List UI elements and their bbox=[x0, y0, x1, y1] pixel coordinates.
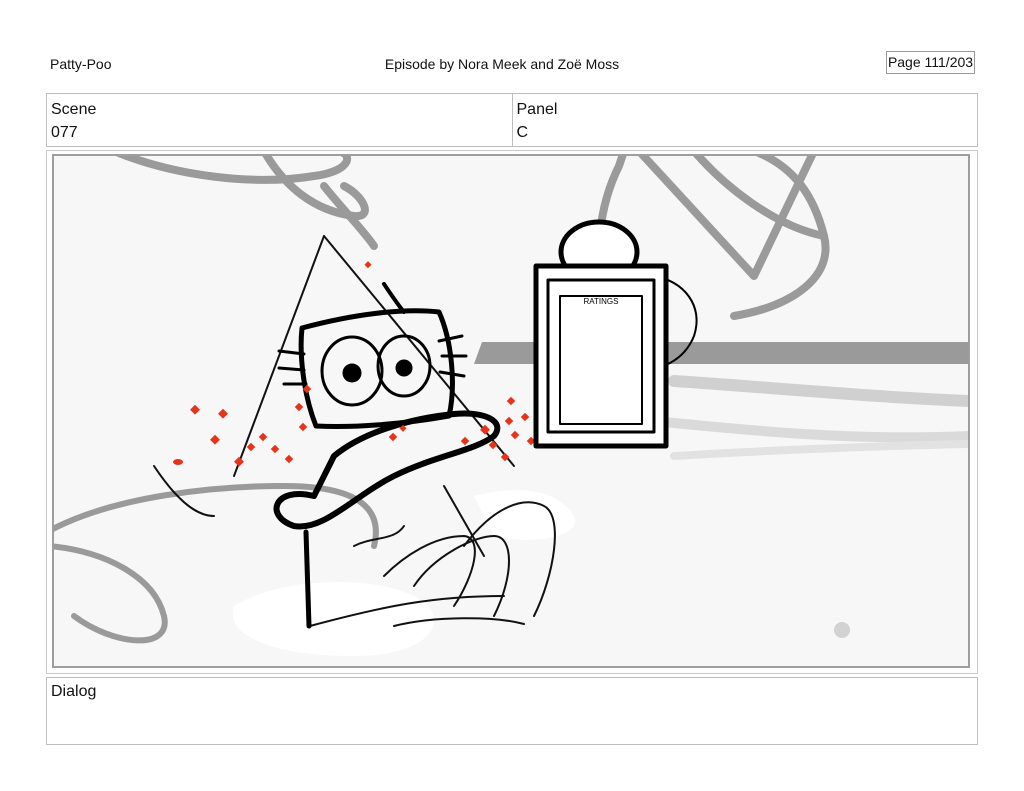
episode-credit: Episode by Nora Meek and Zoë Moss bbox=[384, 56, 620, 72]
scene-cell: Scene 077 bbox=[47, 94, 512, 146]
panel-value: C bbox=[516, 124, 529, 141]
sketch-panel: RATINGS bbox=[52, 154, 970, 668]
ratings-sign bbox=[533, 219, 698, 449]
sign-text: RATINGS bbox=[584, 297, 619, 306]
highlight-blobs bbox=[232, 490, 576, 656]
character-face bbox=[273, 282, 501, 629]
scene-value: 077 bbox=[51, 124, 78, 141]
dialog-box: Dialog bbox=[46, 677, 978, 745]
grey-dot bbox=[834, 622, 850, 638]
scene-label: Scene bbox=[51, 101, 97, 118]
background-sketch-lines bbox=[54, 156, 830, 644]
panel-label: Panel bbox=[516, 101, 558, 118]
storyboard-frame: RATINGS bbox=[46, 150, 978, 674]
page-number: Page 111/203 bbox=[886, 51, 975, 74]
dialog-label: Dialog bbox=[51, 683, 97, 700]
panel-cell: Panel C bbox=[511, 94, 978, 146]
scene-panel-info: Scene 077 Panel C bbox=[46, 93, 978, 147]
storyboard-sketch: RATINGS bbox=[54, 156, 968, 656]
storyboard-page: Patty-Poo Episode by Nora Meek and Zoë M… bbox=[0, 0, 1024, 791]
